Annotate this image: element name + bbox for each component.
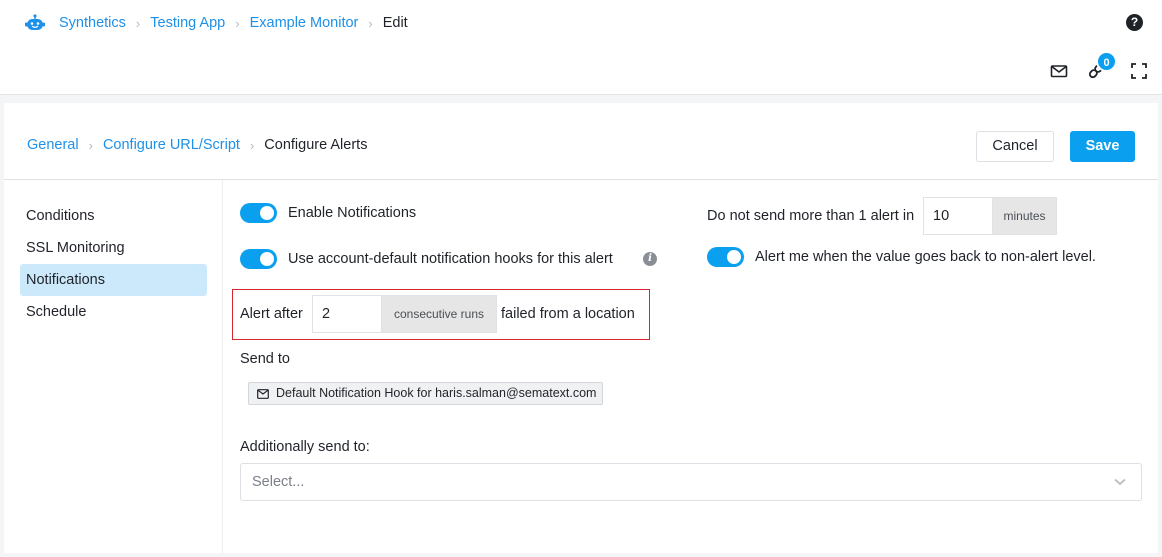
info-icon[interactable]: i (643, 252, 657, 266)
enable-notifications-toggle[interactable] (240, 203, 277, 223)
breadcrumb-edit: Edit (382, 15, 408, 31)
nav-item-schedule[interactable]: Schedule (20, 296, 207, 328)
breadcrumb-example-monitor[interactable]: Example Monitor (250, 15, 359, 31)
consecutive-runs-addon: consecutive runs (382, 295, 497, 333)
nav-item-ssl-monitoring[interactable]: SSL Monitoring (20, 232, 207, 264)
throttle-label: Do not send more than 1 alert in (707, 208, 915, 224)
nav-item-conditions[interactable]: Conditions (20, 200, 207, 232)
select-placeholder: Select... (252, 474, 305, 490)
chevron-right-icon: › (249, 137, 255, 153)
notification-count-badge: 0 (1096, 51, 1117, 72)
chevron-right-icon: › (135, 15, 141, 31)
app-breadcrumb: Synthetics › Testing App › Example Monit… (25, 13, 408, 33)
notification-hook-label: Default Notification Hook for haris.salm… (276, 386, 597, 400)
use-default-hooks-toggle[interactable] (240, 249, 277, 269)
use-default-hooks-label: Use account-default notification hooks f… (288, 251, 613, 267)
step-configure-alerts: Configure Alerts (264, 137, 368, 153)
breadcrumb-testing-app[interactable]: Testing App (150, 15, 225, 31)
edit-monitor-card: General › Configure URL/Script › Configu… (4, 103, 1158, 553)
step-general[interactable]: General (27, 137, 79, 153)
breadcrumb-synthetics[interactable]: Synthetics (59, 15, 126, 31)
additional-hooks-select[interactable]: Select... (240, 463, 1142, 501)
alert-on-recovery-label: Alert me when the value goes back to non… (755, 249, 1096, 265)
send-to-label: Send to (240, 351, 290, 367)
notification-hook-chip[interactable]: Default Notification Hook for haris.salm… (248, 382, 604, 405)
throttle-minutes-addon: minutes (993, 197, 1057, 235)
alert-settings-nav: Conditions SSL Monitoring Notifications … (4, 180, 223, 553)
expand-icon[interactable] (1130, 62, 1148, 80)
throttle-minutes-input[interactable]: 10 (923, 197, 993, 235)
mail-icon[interactable] (1050, 62, 1068, 80)
additionally-send-to-label: Additionally send to: (240, 439, 370, 455)
alert-on-recovery-toggle[interactable] (707, 247, 744, 267)
card-header: General › Configure URL/Script › Configu… (4, 103, 1158, 180)
chevron-right-icon: › (235, 15, 240, 31)
help-icon[interactable]: ? (1126, 14, 1143, 31)
consecutive-runs-input[interactable]: 2 (312, 295, 382, 333)
mail-icon (257, 388, 269, 399)
robot-icon (25, 14, 45, 32)
nav-item-notifications[interactable]: Notifications (20, 264, 207, 296)
save-button[interactable]: Save (1070, 131, 1135, 162)
wizard-steps: General › Configure URL/Script › Configu… (27, 137, 367, 153)
cancel-button[interactable]: Cancel (976, 131, 1054, 162)
failed-from-location-label: failed from a location (501, 306, 635, 322)
chevron-right-icon: › (368, 15, 373, 31)
enable-notifications-label: Enable Notifications (288, 205, 417, 221)
chevron-right-icon: › (88, 137, 93, 153)
chevron-down-icon (1114, 478, 1126, 486)
step-configure-url-script[interactable]: Configure URL/Script (103, 137, 240, 153)
alert-after-label: Alert after (240, 306, 303, 322)
top-header: Synthetics › Testing App › Example Monit… (0, 0, 1162, 95)
